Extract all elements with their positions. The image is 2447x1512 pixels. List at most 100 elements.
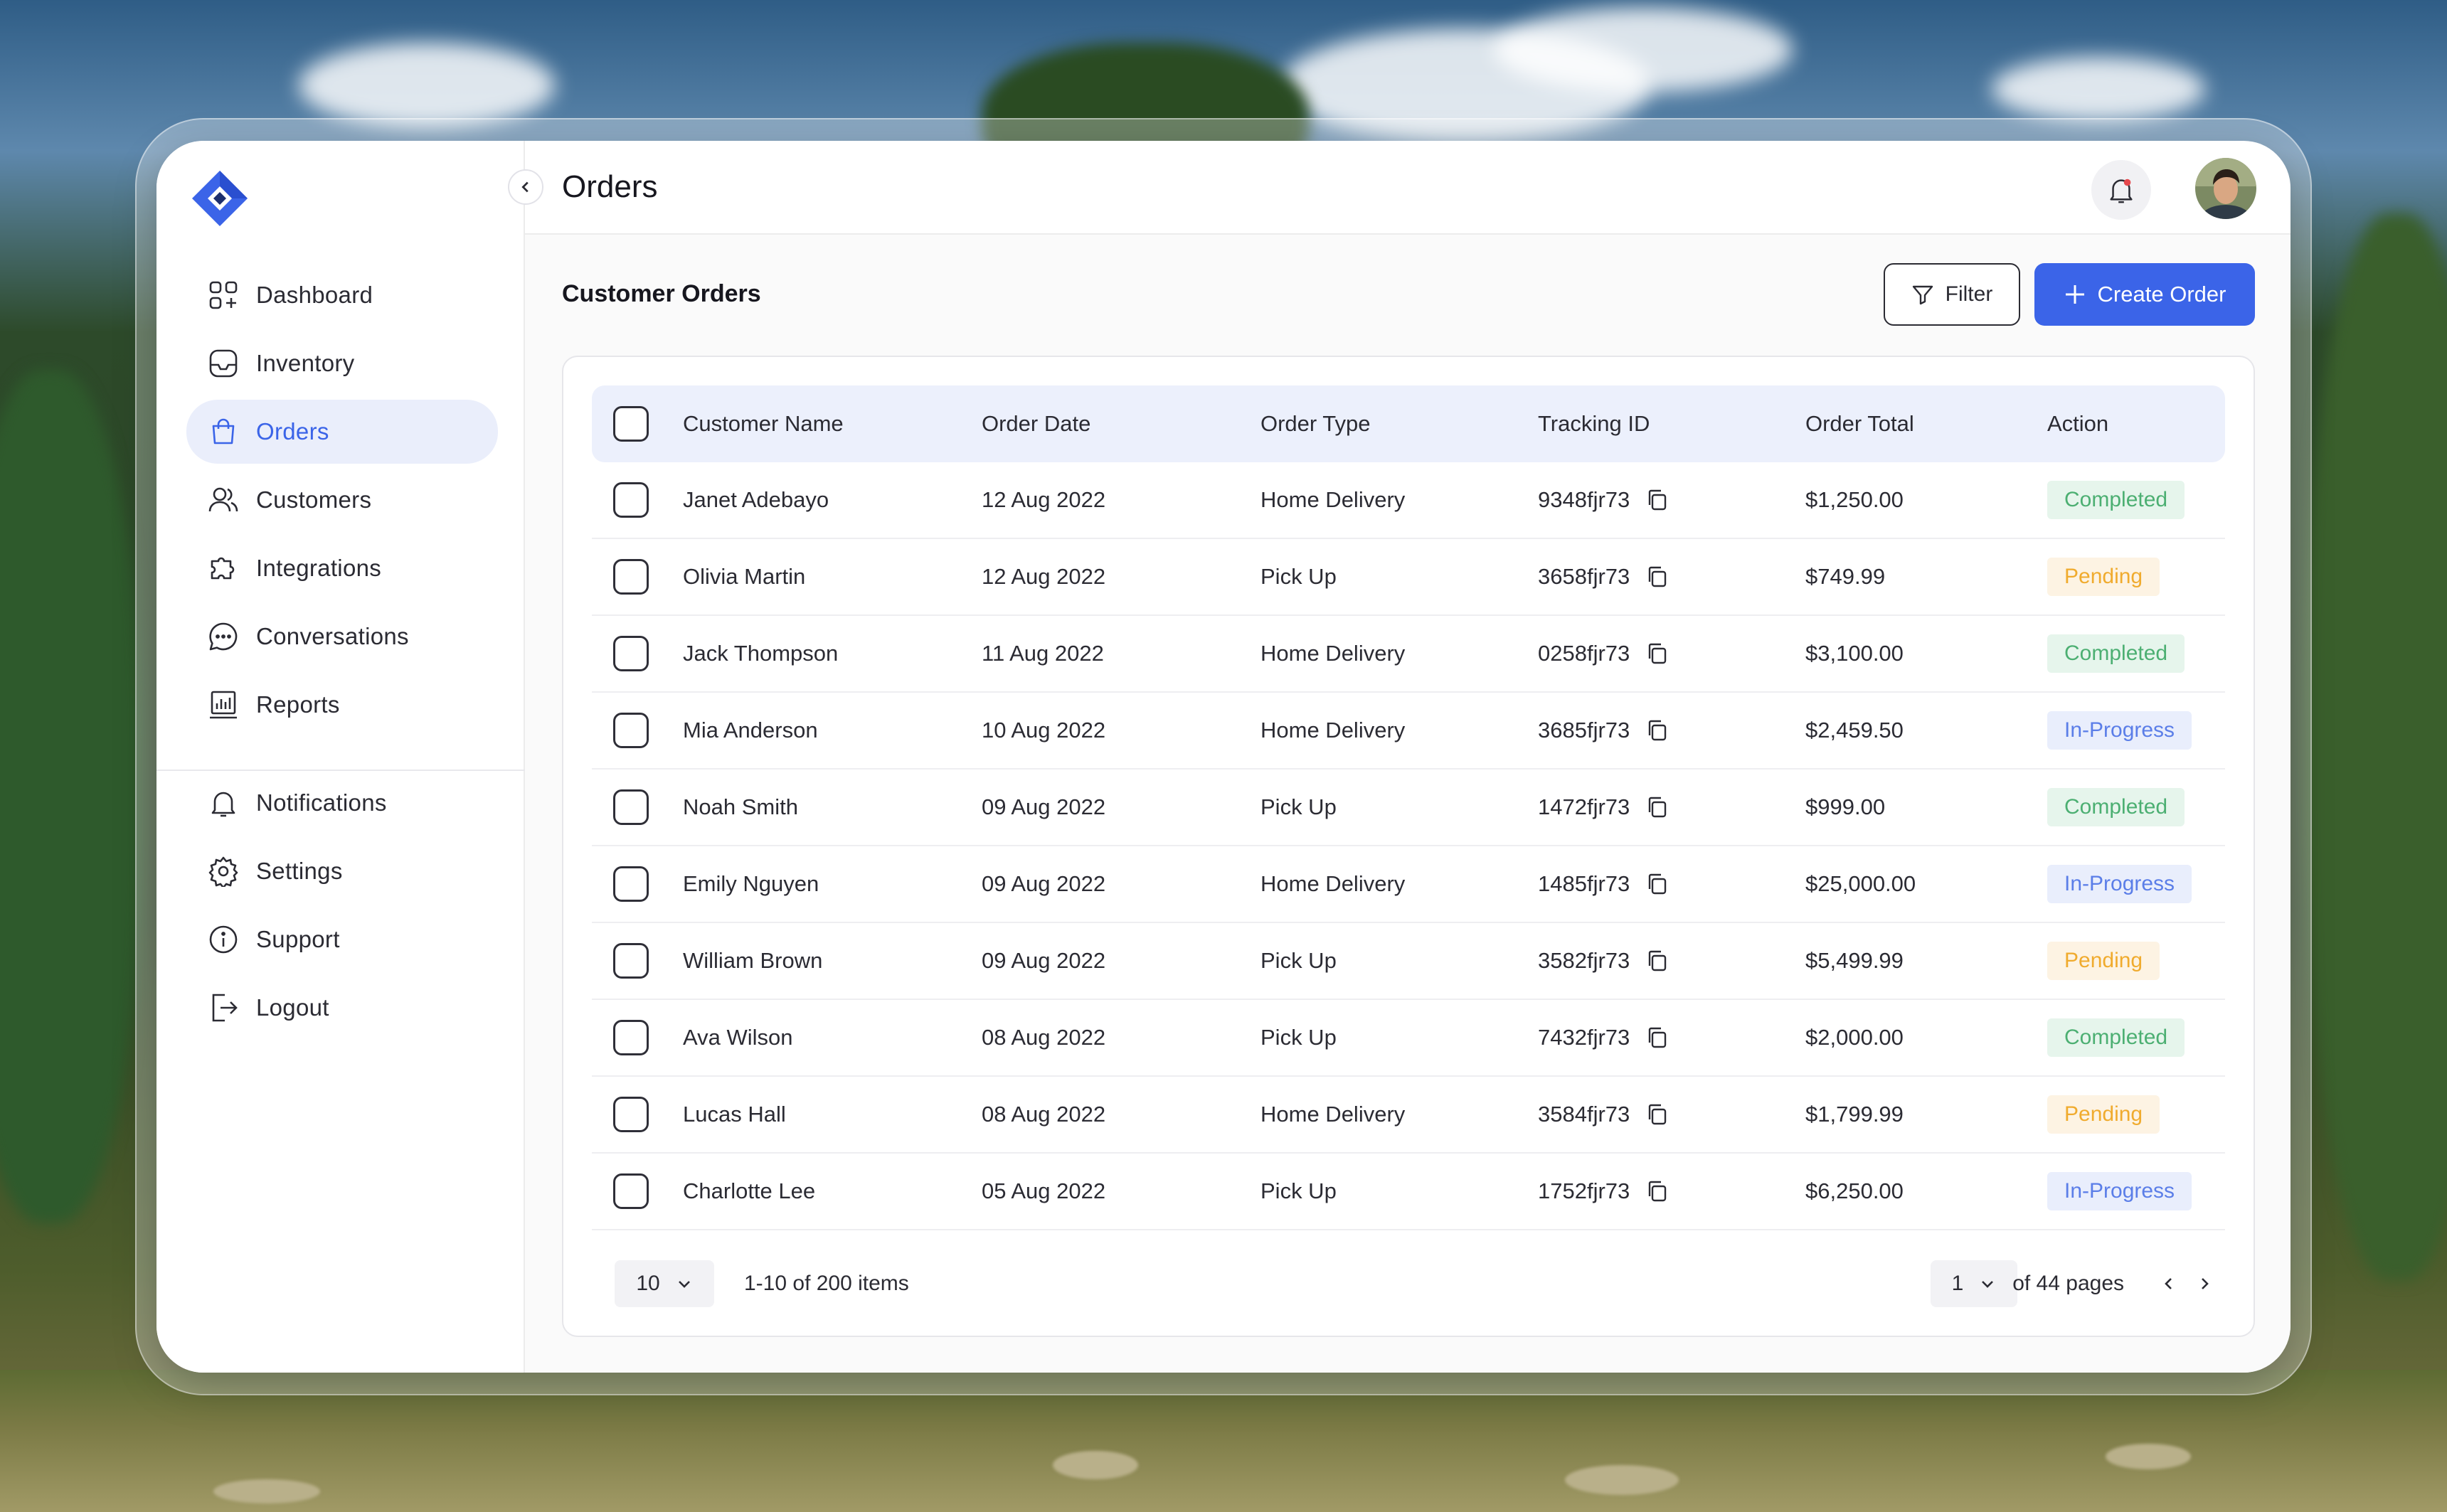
page-select[interactable]: 1 bbox=[1931, 1260, 2017, 1307]
prev-page-button[interactable] bbox=[2153, 1267, 2185, 1300]
customer-name-cell: Janet Adebayo bbox=[683, 487, 829, 512]
table-row[interactable]: Lucas Hall 08 Aug 2022 Home Delivery 3584fj… bbox=[592, 1077, 2225, 1154]
copy-icon[interactable] bbox=[1645, 1179, 1670, 1203]
order-date-cell: 11 Aug 2022 bbox=[982, 641, 1104, 666]
status-badge-pending[interactable]: Pending bbox=[2047, 942, 2160, 980]
row-checkbox[interactable] bbox=[613, 789, 649, 825]
row-checkbox[interactable] bbox=[613, 866, 649, 902]
copy-icon[interactable] bbox=[1645, 1026, 1670, 1050]
tracking-id-cell: 1472fjr73 bbox=[1538, 794, 1805, 820]
order-total-cell: $1,250.00 bbox=[1805, 487, 1904, 512]
brand-logo[interactable] bbox=[191, 169, 249, 228]
sidebar-item-conversations[interactable]: Conversations bbox=[186, 605, 498, 669]
table-row[interactable]: Emily Nguyen 09 Aug 2022 Home Delivery 1485… bbox=[592, 846, 2225, 923]
status-badge-completed[interactable]: Completed bbox=[2047, 1018, 2185, 1057]
status-badge-completed[interactable]: Completed bbox=[2047, 634, 2185, 673]
copy-icon[interactable] bbox=[1645, 488, 1670, 512]
row-checkbox[interactable] bbox=[613, 943, 649, 979]
avatar[interactable] bbox=[2195, 158, 2256, 219]
table-row[interactable]: Jack Thompson 11 Aug 2022 Home Delivery 025… bbox=[592, 616, 2225, 693]
puzzle-icon bbox=[208, 553, 239, 584]
order-total-cell: $25,000.00 bbox=[1805, 871, 1916, 896]
row-checkbox[interactable] bbox=[613, 1173, 649, 1209]
column-header-order-type[interactable]: Order Type bbox=[1260, 411, 1538, 437]
order-date-cell: 10 Aug 2022 bbox=[982, 718, 1106, 742]
page-title: Orders bbox=[562, 169, 658, 204]
copy-icon[interactable] bbox=[1645, 949, 1670, 973]
sidebar-item-label: Reports bbox=[256, 691, 340, 718]
bar-chart-icon bbox=[208, 689, 239, 720]
next-page-button[interactable] bbox=[2188, 1267, 2221, 1300]
table-row[interactable]: Mia Anderson 10 Aug 2022 Home Delivery 3685… bbox=[592, 693, 2225, 770]
copy-icon[interactable] bbox=[1645, 641, 1670, 666]
status-badge-in-progress[interactable]: In-Progress bbox=[2047, 711, 2192, 750]
table-row[interactable]: William Brown 09 Aug 2022 Pick Up 3582fjr73… bbox=[592, 923, 2225, 1000]
table-row[interactable]: Noah Smith 09 Aug 2022 Pick Up 1472fjr73 $99… bbox=[592, 770, 2225, 846]
table-row[interactable]: Olivia Martin 12 Aug 2022 Pick Up 3658fjr73… bbox=[592, 539, 2225, 616]
order-type-cell: Home Delivery bbox=[1260, 871, 1406, 896]
copy-icon[interactable] bbox=[1645, 1102, 1670, 1127]
row-checkbox[interactable] bbox=[613, 559, 649, 595]
table-row[interactable]: Janet Adebayo 12 Aug 2022 Home Delivery 934… bbox=[592, 462, 2225, 539]
collapse-sidebar-button[interactable] bbox=[508, 169, 543, 205]
current-page-value: 1 bbox=[1951, 1272, 1964, 1295]
customer-name-cell: William Brown bbox=[683, 948, 823, 973]
table-row[interactable]: Ava Wilson 08 Aug 2022 Pick Up 7432fjr73 $2,… bbox=[592, 1000, 2225, 1077]
sidebar-item-inventory[interactable]: Inventory bbox=[186, 331, 498, 395]
customer-name-cell: Charlotte Lee bbox=[683, 1178, 816, 1203]
sidebar-item-customers[interactable]: Customers bbox=[186, 468, 498, 532]
copy-icon[interactable] bbox=[1645, 872, 1670, 896]
column-header-order-date[interactable]: Order Date bbox=[982, 411, 1260, 437]
row-checkbox[interactable] bbox=[613, 713, 649, 748]
sidebar-item-logout[interactable]: Logout bbox=[186, 976, 498, 1040]
sidebar-item-settings[interactable]: Settings bbox=[186, 839, 498, 903]
status-badge-in-progress[interactable]: In-Progress bbox=[2047, 1172, 2192, 1210]
tracking-id-value: 3658fjr73 bbox=[1538, 564, 1630, 589]
order-date-cell: 09 Aug 2022 bbox=[982, 794, 1106, 819]
create-order-button[interactable]: Create Order bbox=[2034, 263, 2255, 326]
sidebar-item-notifications[interactable]: Notifications bbox=[186, 771, 498, 835]
table-row[interactable]: Charlotte Lee 05 Aug 2022 Pick Up 1752fjr73… bbox=[592, 1154, 2225, 1230]
copy-icon[interactable] bbox=[1645, 795, 1670, 819]
status-badge-completed[interactable]: Completed bbox=[2047, 788, 2185, 826]
status-badge-in-progress[interactable]: In-Progress bbox=[2047, 865, 2192, 903]
row-checkbox[interactable] bbox=[613, 482, 649, 518]
order-type-cell: Pick Up bbox=[1260, 794, 1337, 819]
order-type-cell: Home Delivery bbox=[1260, 487, 1406, 512]
tracking-id-value: 1472fjr73 bbox=[1538, 794, 1630, 819]
select-all-checkbox[interactable] bbox=[613, 406, 649, 442]
sidebar-item-orders[interactable]: Orders bbox=[186, 400, 498, 464]
column-header-order-total[interactable]: Order Total bbox=[1805, 411, 2047, 437]
order-date-cell: 09 Aug 2022 bbox=[982, 948, 1106, 973]
status-badge-pending[interactable]: Pending bbox=[2047, 1095, 2160, 1134]
order-type-cell: Home Delivery bbox=[1260, 718, 1406, 742]
sidebar-item-reports[interactable]: Reports bbox=[186, 673, 498, 737]
sidebar-item-label: Support bbox=[256, 926, 340, 952]
tracking-id-value: 3584fjr73 bbox=[1538, 1102, 1630, 1127]
sidebar-item-dashboard[interactable]: Dashboard bbox=[186, 263, 498, 327]
status-badge-pending[interactable]: Pending bbox=[2047, 558, 2160, 596]
order-total-cell: $2,000.00 bbox=[1805, 1025, 1904, 1050]
order-total-cell: $3,100.00 bbox=[1805, 641, 1904, 666]
tracking-id-cell: 7432fjr73 bbox=[1538, 1025, 1805, 1050]
row-checkbox[interactable] bbox=[613, 1097, 649, 1132]
notifications-button[interactable] bbox=[2091, 160, 2151, 220]
rows-per-page-select[interactable]: 10 bbox=[615, 1260, 714, 1307]
create-order-label: Create Order bbox=[2097, 282, 2226, 307]
sidebar-item-integrations[interactable]: Integrations bbox=[186, 536, 498, 600]
users-icon bbox=[208, 484, 239, 516]
chevron-down-icon bbox=[1982, 1281, 1994, 1288]
table-header: Customer Name Order Date Order Type Trac… bbox=[592, 385, 2225, 462]
status-badge-completed[interactable]: Completed bbox=[2047, 481, 2185, 519]
filter-button[interactable]: Filter bbox=[1884, 263, 2020, 326]
copy-icon[interactable] bbox=[1645, 565, 1670, 589]
logout-icon bbox=[208, 992, 239, 1023]
primary-nav: Dashboard Inventory Orders Customers Int… bbox=[186, 263, 498, 741]
row-checkbox[interactable] bbox=[613, 1020, 649, 1055]
sidebar-item-support[interactable]: Support bbox=[186, 907, 498, 971]
row-checkbox[interactable] bbox=[613, 636, 649, 671]
column-header-tracking-id[interactable]: Tracking ID bbox=[1538, 411, 1805, 437]
column-header-customer-name[interactable]: Customer Name bbox=[683, 411, 982, 437]
total-pages: of 44 pages bbox=[2012, 1272, 2124, 1295]
copy-icon[interactable] bbox=[1645, 718, 1670, 742]
